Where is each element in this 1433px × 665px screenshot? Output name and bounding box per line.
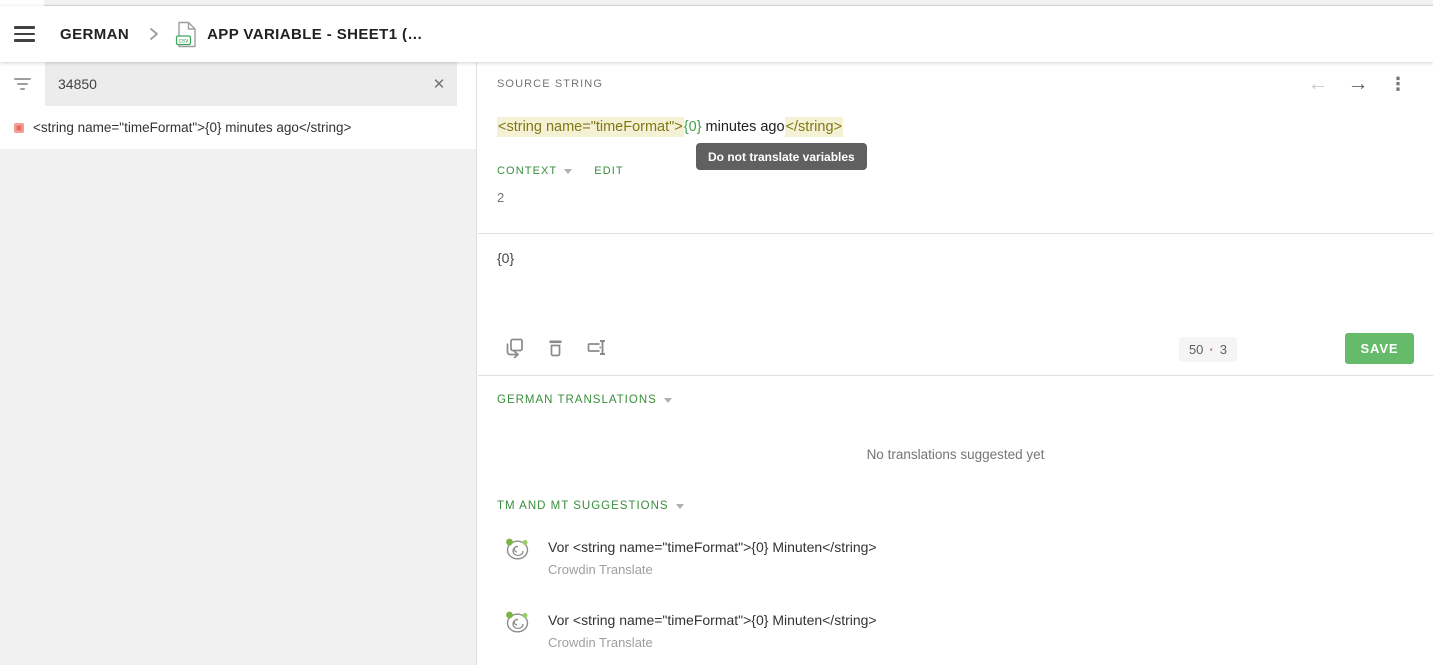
context-dropdown-icon[interactable] bbox=[564, 169, 572, 174]
csv-file-icon: csv bbox=[175, 21, 198, 48]
translations-section-header: GERMAN TRANSLATIONS bbox=[497, 394, 672, 406]
suggestion-source: Crowdin Translate bbox=[548, 562, 877, 577]
tm-section-header: TM AND MT SUGGESTIONS bbox=[497, 500, 684, 512]
string-navigation: ← → ⋮ bbox=[1305, 71, 1411, 97]
crowdin-editor: GERMAN csv APP VARIABLE - SHEET1 (… 3485… bbox=[0, 0, 1433, 665]
source-variable: {0} bbox=[684, 117, 702, 137]
search-row: 34850 ✕ bbox=[0, 62, 476, 106]
divider bbox=[478, 375, 1433, 376]
source-string-label: SOURCE STRING bbox=[497, 78, 603, 90]
filter-icon bbox=[14, 78, 31, 90]
crowdin-translate-icon bbox=[504, 610, 531, 634]
context-edit-button[interactable]: EDIT bbox=[594, 165, 623, 177]
counter-right: 3 bbox=[1220, 342, 1227, 357]
editor-panel: SOURCE STRING ← → ⋮ <string name="timeFo… bbox=[478, 62, 1433, 665]
context-value: 2 bbox=[497, 190, 504, 205]
copy-source-icon[interactable] bbox=[502, 335, 526, 359]
translation-input[interactable]: {0} bbox=[497, 250, 514, 266]
source-close-tag: </string> bbox=[785, 117, 843, 137]
suggestion-source: Crowdin Translate bbox=[548, 635, 877, 650]
tm-suggestion-row[interactable]: Vor <string name="timeFormat">{0} Minute… bbox=[504, 537, 1413, 577]
delete-translation-icon[interactable] bbox=[543, 335, 567, 359]
context-toggle[interactable]: CONTEXT bbox=[497, 165, 557, 177]
search-input[interactable]: 34850 bbox=[45, 76, 421, 92]
char-counter: 50 · 3 bbox=[1179, 337, 1237, 362]
strings-sidebar: 34850 ✕ <string name="timeFormat">{0} mi… bbox=[0, 62, 477, 665]
next-string-icon[interactable]: → bbox=[1345, 71, 1371, 97]
source-string-text: <string name="timeFormat">{0} minutes ag… bbox=[497, 119, 843, 135]
counter-separator: · bbox=[1209, 342, 1213, 357]
breadcrumb-file-name[interactable]: APP VARIABLE - SHEET1 (… bbox=[207, 26, 423, 43]
previous-string-icon[interactable]: ← bbox=[1305, 71, 1331, 97]
more-options-icon[interactable]: ⋮ bbox=[1385, 71, 1411, 97]
suggestion-text: Vor <string name="timeFormat">{0} Minute… bbox=[548, 610, 877, 630]
source-open-tag: <string name="timeFormat"> bbox=[497, 117, 684, 137]
search-box: 34850 ✕ bbox=[45, 62, 457, 106]
string-list-item-text: <string name="timeFormat">{0} minutes ag… bbox=[33, 120, 351, 135]
translation-toolbar bbox=[502, 335, 608, 359]
select-text-icon[interactable] bbox=[584, 335, 608, 359]
svg-text:csv: csv bbox=[179, 37, 190, 44]
suggestion-text: Vor <string name="timeFormat">{0} Minute… bbox=[548, 537, 877, 557]
menu-icon[interactable] bbox=[2, 12, 46, 56]
no-translations-message: No translations suggested yet bbox=[478, 447, 1433, 462]
translations-dropdown-icon[interactable] bbox=[664, 398, 672, 403]
filter-button[interactable] bbox=[0, 62, 45, 106]
divider bbox=[478, 233, 1433, 234]
tm-header-label[interactable]: TM AND MT SUGGESTIONS bbox=[497, 500, 669, 512]
crowdin-translate-icon bbox=[504, 537, 531, 561]
chevron-right-icon bbox=[147, 26, 161, 42]
source-plain-text: minutes ago bbox=[702, 119, 785, 135]
context-row: CONTEXT EDIT bbox=[497, 165, 624, 177]
counter-left: 50 bbox=[1189, 342, 1203, 357]
save-button[interactable]: SAVE bbox=[1345, 333, 1414, 364]
clear-search-icon[interactable]: ✕ bbox=[421, 75, 457, 93]
tm-dropdown-icon[interactable] bbox=[676, 504, 684, 509]
tm-suggestion-row[interactable]: Vor <string name="timeFormat">{0} Minute… bbox=[504, 610, 1413, 650]
untranslated-status-icon bbox=[14, 123, 24, 133]
translations-header-label[interactable]: GERMAN TRANSLATIONS bbox=[497, 394, 657, 406]
variables-tooltip: Do not translate variables bbox=[696, 143, 867, 170]
string-list-item[interactable]: <string name="timeFormat">{0} minutes ag… bbox=[0, 106, 476, 149]
top-bar: GERMAN csv APP VARIABLE - SHEET1 (… bbox=[0, 6, 1433, 62]
breadcrumb-language[interactable]: GERMAN bbox=[60, 26, 129, 43]
